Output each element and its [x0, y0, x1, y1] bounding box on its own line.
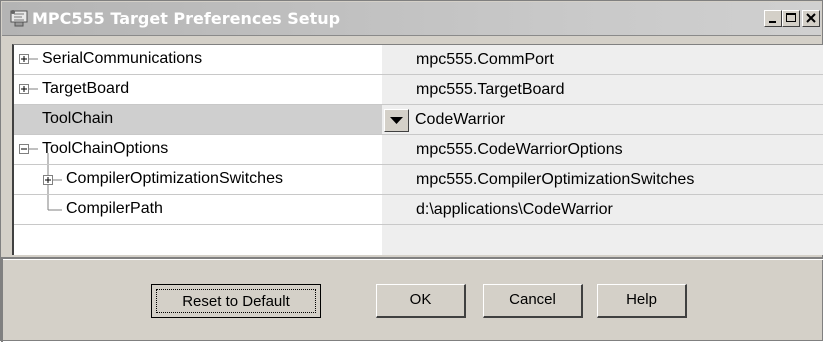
close-icon	[806, 13, 816, 23]
tree-row-target-board[interactable]: TargetBoard mpc555.TargetBoard	[14, 75, 823, 105]
property-name-cell[interactable]: CompilerOptimizationSwitches	[14, 165, 382, 195]
property-name-cell[interactable]: ToolChainOptions	[14, 135, 382, 165]
property-name-cell[interactable]: TargetBoard	[14, 75, 382, 105]
property-value: mpc555.TargetBoard	[416, 81, 565, 98]
property-value: d:\applications\CodeWarrior	[416, 201, 613, 218]
reset-to-default-button[interactable]: Reset to Default	[151, 284, 321, 318]
property-value-cell[interactable]: mpc555.CompilerOptimizationSwitches	[382, 165, 823, 195]
reset-button-label: Reset to Default	[182, 293, 290, 310]
dialog-window: MPC555 Target Preferences Setup SerialCo…	[0, 0, 823, 342]
focus-ring: Reset to Default	[156, 289, 316, 313]
help-button-label: Help	[626, 291, 657, 308]
ok-button[interactable]: OK	[376, 284, 466, 318]
property-value-cell[interactable]: mpc555.CodeWarriorOptions	[382, 135, 823, 165]
tree-row-tool-chain[interactable]: ToolChain CodeWarrior	[14, 105, 823, 135]
tree-row-compiler-path[interactable]: CompilerPath d:\applications\CodeWarrior	[14, 195, 823, 225]
maximize-icon	[786, 13, 796, 22]
property-value-cell[interactable]: mpc555.TargetBoard	[382, 75, 823, 105]
close-button[interactable]	[802, 10, 820, 27]
separator	[1, 257, 823, 260]
property-label: ToolChain	[42, 110, 114, 127]
tree-row-tool-chain-options[interactable]: ToolChainOptions mpc555.CodeWarriorOptio…	[14, 135, 823, 165]
property-value-cell[interactable]: mpc555.CommPort	[382, 45, 823, 75]
frame-edge	[1, 258, 3, 342]
property-table: SerialCommunications mpc555.CommPort Tar…	[12, 44, 823, 255]
minimize-icon	[769, 21, 776, 23]
property-label: ToolChainOptions	[42, 140, 169, 157]
minimize-button[interactable]	[764, 10, 782, 27]
app-icon[interactable]	[9, 8, 29, 28]
property-label: SerialCommunications	[42, 50, 203, 67]
property-value: mpc555.CommPort	[416, 51, 554, 68]
property-value: mpc555.CodeWarriorOptions	[416, 141, 623, 158]
property-label: TargetBoard	[42, 80, 130, 97]
property-label: CompilerPath	[66, 200, 163, 217]
window-title: MPC555 Target Preferences Setup	[32, 9, 341, 28]
property-name-cell[interactable]: ToolChain	[14, 105, 382, 135]
empty-cell	[14, 225, 382, 255]
property-value: mpc555.CompilerOptimizationSwitches	[416, 171, 695, 188]
title-bar[interactable]: MPC555 Target Preferences Setup	[2, 2, 821, 36]
dropdown-arrow-button[interactable]	[384, 109, 409, 132]
cancel-button[interactable]: Cancel	[483, 284, 583, 318]
property-value-cell[interactable]: d:\applications\CodeWarrior	[382, 195, 823, 225]
property-name-cell[interactable]: CompilerPath	[14, 195, 382, 225]
tree-row-serial-communications[interactable]: SerialCommunications mpc555.CommPort	[14, 45, 823, 75]
help-button[interactable]: Help	[597, 284, 687, 318]
maximize-button[interactable]	[782, 10, 800, 27]
property-label: CompilerOptimizationSwitches	[66, 170, 283, 187]
chevron-down-icon	[390, 117, 403, 124]
cancel-button-label: Cancel	[509, 291, 556, 308]
tree-row-compiler-optimization-switches[interactable]: CompilerOptimizationSwitches mpc555.Comp…	[14, 165, 823, 195]
dropdown-selected-value: CodeWarrior	[415, 111, 506, 128]
ok-button-label: OK	[409, 291, 432, 308]
tree-row-empty	[14, 225, 823, 255]
property-name-cell[interactable]: SerialCommunications	[14, 45, 382, 75]
toolchain-dropdown[interactable]: CodeWarrior	[382, 105, 823, 135]
